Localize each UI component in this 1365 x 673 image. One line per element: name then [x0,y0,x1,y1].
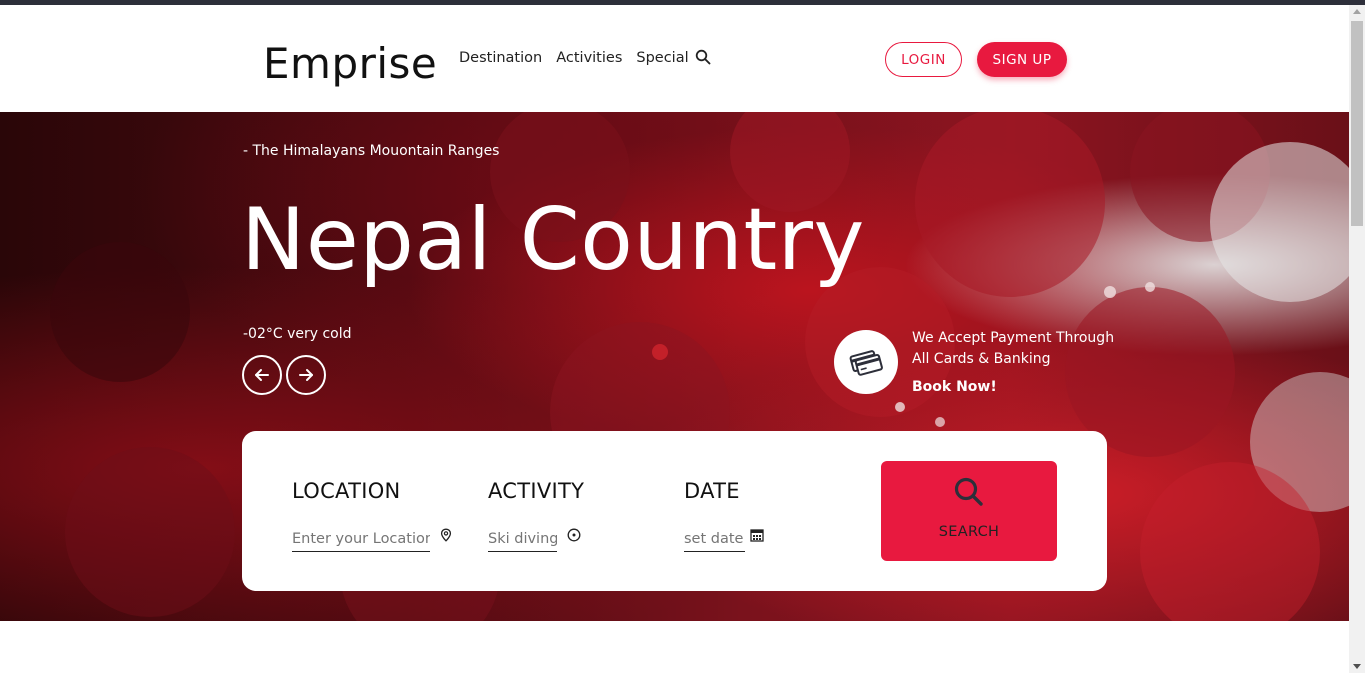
scroll-up-arrow-icon[interactable] [1353,9,1361,14]
payment-text-line1: We Accept Payment Through [912,330,1115,346]
book-now-link[interactable]: Book Now! [912,379,997,395]
scrollbar-thumb[interactable] [1351,21,1363,226]
site-logo[interactable]: Emprise [263,39,437,88]
next-slide-button[interactable] [286,355,326,395]
payment-text-line2: All Cards & Banking [912,351,1051,367]
date-label: DATE [684,479,740,503]
map-pin-icon [440,528,452,542]
nav-activities[interactable]: Activities [556,50,622,66]
arrow-left-icon [255,369,269,381]
search-icon [954,477,983,506]
main-nav: Destination Activities Special [459,50,689,66]
search-form-card: LOCATION ACTIVITY DATE [242,431,1107,591]
search-icon[interactable] [695,49,711,65]
scroll-down-arrow-icon[interactable] [1353,664,1361,669]
nav-special[interactable]: Special [636,50,688,66]
arrow-right-icon [299,369,313,381]
date-input[interactable] [684,526,745,552]
search-button[interactable]: SEARCH [881,461,1057,561]
hero-title: Nepal Country [241,190,865,290]
prev-slide-button[interactable] [242,355,282,395]
site-header: Emprise Destination Activities Special L… [0,5,1349,112]
credit-card-icon [849,350,883,376]
activity-label: ACTIVITY [488,479,585,503]
search-button-label: SEARCH [938,524,1000,540]
location-label: LOCATION [292,479,401,503]
target-icon [567,528,581,542]
vertical-scrollbar[interactable] [1349,5,1365,673]
hero-subtitle: - The Himalayans Mouontain Ranges [243,143,500,159]
page: Emprise Destination Activities Special L… [0,5,1349,673]
login-button[interactable]: LOGIN [885,42,962,77]
calendar-icon[interactable] [750,528,764,542]
location-input[interactable] [292,526,430,552]
temperature-text: -02°C very cold [243,326,352,342]
hero-banner: - The Himalayans Mouontain Ranges Nepal … [0,112,1349,621]
payment-badge [834,330,898,394]
nav-destination[interactable]: Destination [459,50,542,66]
signup-button[interactable]: SIGN UP [977,42,1067,77]
activity-input[interactable] [488,526,557,552]
